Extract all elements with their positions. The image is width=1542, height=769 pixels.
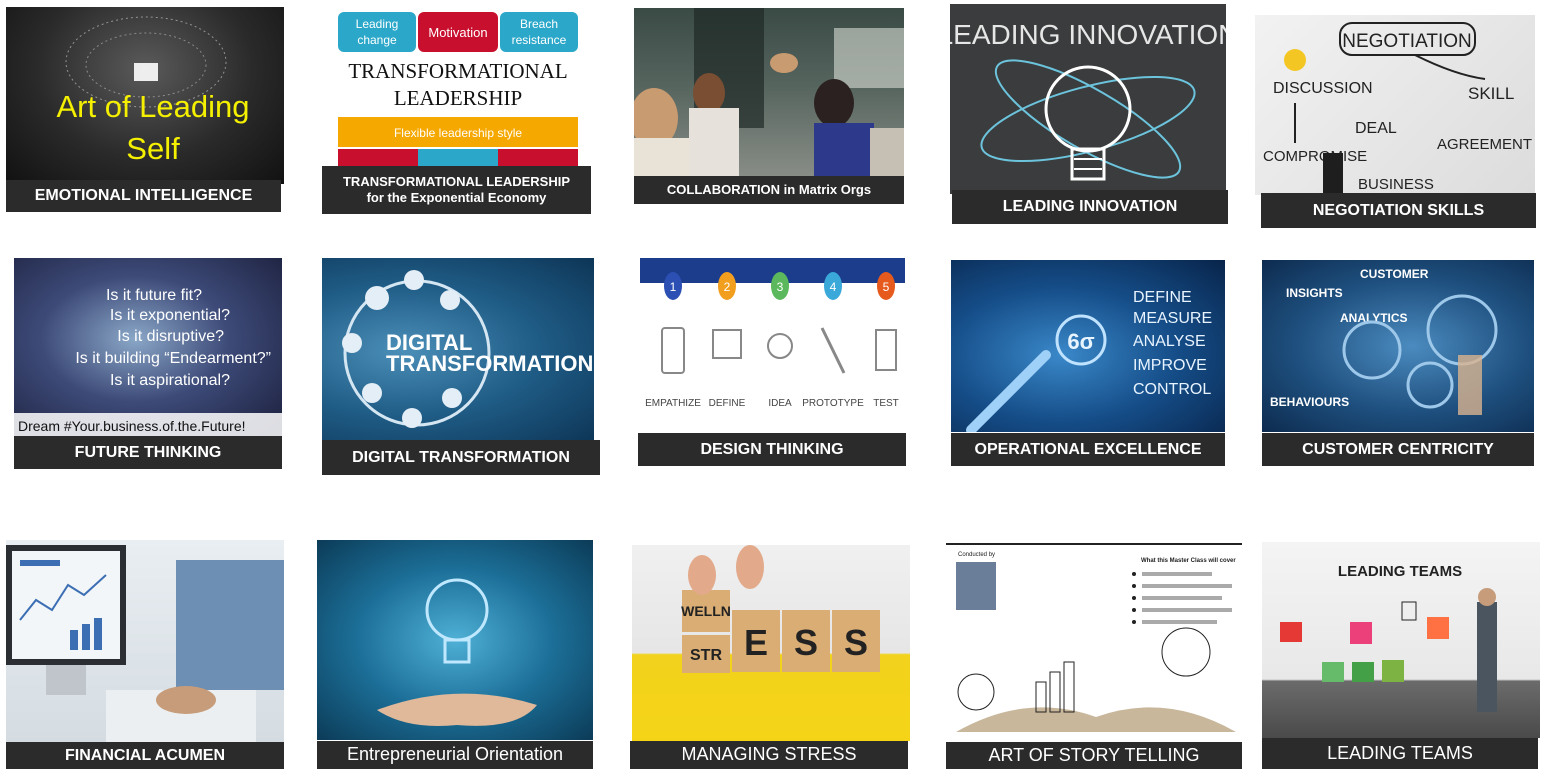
svg-text:3: 3	[777, 280, 784, 294]
caption-leading-teams: LEADING TEAMS	[1262, 738, 1538, 769]
caption-financial-acumen: FINANCIAL ACUMEN	[6, 742, 284, 769]
art-title: LEADING TEAMS	[1338, 563, 1462, 580]
art-title-line2: LEADERSHIP	[394, 86, 522, 110]
svg-text:change: change	[357, 33, 397, 47]
caption-customer-centricity: CUSTOMER CENTRICITY	[1262, 433, 1534, 466]
leading-teams-image: LEADING TEAMS	[1262, 542, 1540, 738]
financial-acumen-image	[6, 540, 284, 745]
svg-text:S: S	[844, 622, 868, 663]
masterclass-heading: What this Master Class will cover	[1141, 558, 1236, 564]
caption-negotiation-skills: NEGOTIATION SKILLS	[1261, 193, 1536, 228]
svg-text:resistance: resistance	[512, 33, 567, 47]
word-negotiation: NEGOTIATION	[1342, 31, 1471, 52]
block-top-text: WELLN	[681, 603, 731, 619]
caption-operational-excellence: OPERATIONAL EXCELLENCE	[951, 433, 1225, 466]
art-title-line1: Art of Leading	[56, 89, 249, 124]
emotional-intelligence-image: Art of Leading Self	[6, 7, 284, 184]
svg-text:EMPATHIZE: EMPATHIZE	[645, 398, 701, 409]
caption-digital-transformation: DIGITAL TRANSFORMATION	[322, 440, 600, 475]
question-4: Is it building “Endearment?”	[75, 350, 271, 367]
caption-design-thinking: DESIGN THINKING	[638, 433, 906, 466]
caption-art-of-story-telling: ART OF STORY TELLING	[946, 742, 1242, 769]
word-deal: DEAL	[1355, 120, 1397, 137]
tagline: Dream #Your.business.of.the.Future!	[18, 418, 246, 434]
transformational-leadership-image: Leading change Motivation Breach resista…	[338, 12, 578, 172]
word-discussion: DISCUSSION	[1273, 80, 1373, 97]
question-5: Is it aspirational?	[110, 372, 230, 389]
svg-text:1: 1	[670, 280, 677, 294]
svg-text:2: 2	[724, 280, 731, 294]
managing-stress-image: WELLN STR E S S	[632, 545, 910, 741]
svg-text:BEHAVIOURS: BEHAVIOURS	[1270, 395, 1349, 409]
svg-text:DEFINE: DEFINE	[1133, 289, 1192, 306]
caption-collaboration: COLLABORATION in Matrix Orgs	[634, 176, 904, 204]
svg-text:IDEA: IDEA	[768, 398, 792, 409]
design-thinking-image: 1 2 3 4 5 EMPATHIZE DEFINE IDEA PROTOTYP…	[640, 258, 905, 433]
future-thinking-image: Is it future fit? Is it exponential? Is …	[14, 258, 282, 438]
svg-text:INSIGHTS: INSIGHTS	[1286, 286, 1343, 300]
caption-leading-innovation: LEADING INNOVATION	[952, 190, 1228, 224]
caption-managing-stress: MANAGING STRESS	[630, 741, 908, 769]
svg-text:IMPROVE: IMPROVE	[1133, 357, 1207, 374]
tag-motivation: Motivation	[428, 25, 487, 40]
collaboration-image	[634, 8, 904, 180]
leading-innovation-image: LEADING INNOVATION	[950, 4, 1226, 194]
svg-text:STR: STR	[690, 647, 722, 664]
svg-text:TEST: TEST	[873, 398, 899, 409]
svg-text:ANALYSE: ANALYSE	[1133, 333, 1206, 350]
question-3: Is it disruptive?	[117, 328, 224, 345]
art-title: LEADING INNOVATION	[950, 19, 1226, 50]
svg-text:CUSTOMER: CUSTOMER	[1360, 267, 1429, 281]
tag-breach-resistance: Breach	[520, 17, 558, 31]
tag-leading-change: Leading	[356, 17, 399, 31]
word-skill: SKILL	[1468, 84, 1514, 103]
svg-text:DEFINE: DEFINE	[709, 398, 746, 409]
caption-future-thinking: FUTURE THINKING	[14, 436, 282, 469]
word-compromise: COMPROMISE	[1263, 148, 1367, 165]
entrepreneurial-orientation-image	[317, 540, 593, 740]
svg-text:5: 5	[883, 280, 890, 294]
art-title-line2: TRANSFORMATION	[386, 351, 593, 376]
question-1: Is it future fit?	[106, 287, 202, 304]
six-sigma-symbol: 6σ	[1067, 329, 1094, 354]
art-style: Flexible leadership style	[394, 126, 522, 140]
caption-emotional-intelligence: EMOTIONAL INTELLIGENCE	[6, 180, 281, 212]
caption-entrepreneurial-orientation: Entrepreneurial Orientation	[317, 741, 593, 769]
operational-excellence-image: 6σ DEFINE MEASURE ANALYSE IMPROVE CONTRO…	[951, 260, 1225, 432]
svg-text:PROTOTYPE: PROTOTYPE	[802, 398, 864, 409]
conducted-by: Conducted by	[958, 552, 995, 558]
customer-centricity-image: CUSTOMER INSIGHTS ANALYTICS BEHAVIOURS	[1262, 260, 1534, 432]
caption-transformational-leadership: TRANSFORMATIONAL LEADERSHIP for the Expo…	[322, 166, 591, 214]
art-title-line2: Self	[126, 131, 180, 166]
svg-text:MEASURE: MEASURE	[1133, 310, 1212, 327]
word-business: BUSINESS	[1358, 176, 1434, 193]
svg-text:CONTROL: CONTROL	[1133, 381, 1211, 398]
word-agreement: AGREEMENT	[1437, 136, 1532, 153]
digital-transformation-image: DIGITAL TRANSFORMATION	[322, 258, 594, 443]
art-of-story-telling-image: Conducted by What this Master Class will…	[946, 542, 1242, 742]
question-2: Is it exponential?	[110, 307, 230, 324]
svg-text:4: 4	[830, 280, 837, 294]
svg-text:E: E	[744, 622, 768, 663]
art-title-line1: TRANSFORMATIONAL	[348, 59, 567, 83]
negotiation-skills-image: NEGOTIATION DISCUSSION SKILL DEAL COMPRO…	[1255, 15, 1535, 195]
svg-text:S: S	[794, 622, 818, 663]
